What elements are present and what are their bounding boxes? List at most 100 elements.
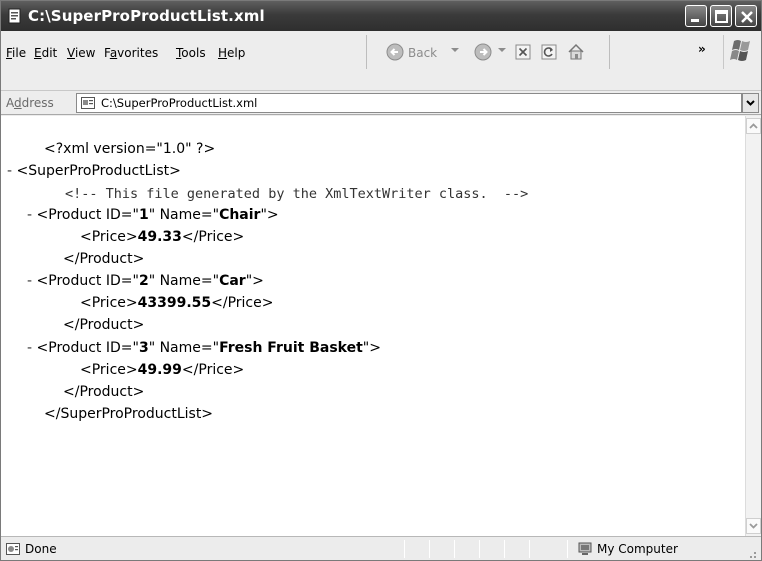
close-icon	[741, 11, 753, 23]
xml-tag-text: <Price>	[80, 362, 138, 378]
product-id: 3	[138, 340, 149, 356]
product-open-line: - <Product ID="2" Name="Car">	[27, 271, 264, 291]
menu-file[interactable]: File	[6, 46, 26, 60]
minimize-icon	[691, 19, 699, 22]
product-id: 1	[138, 207, 149, 223]
xml-tag-text: ">	[362, 340, 381, 356]
status-divider	[404, 540, 405, 558]
menu-view-label: iew	[74, 46, 96, 60]
xml-tag-text: </Price>	[181, 229, 245, 245]
address-label-rest: dress	[21, 96, 54, 110]
xml-root-open: <SuperProProductList>	[16, 163, 181, 179]
status-divider	[454, 540, 455, 558]
menu-help[interactable]: Help	[218, 46, 245, 60]
xml-tag-text: ">	[245, 273, 264, 289]
xml-tag-text: </Price>	[181, 362, 245, 378]
menu-edit[interactable]: Edit	[34, 46, 57, 60]
address-input[interactable]: C:\SuperProProductList.xml	[76, 93, 742, 113]
address-label-mnemonic: d	[14, 96, 22, 110]
product-price: 49.99	[137, 362, 182, 378]
address-label-pre: A	[6, 96, 14, 110]
xml-tag-text: " Name="	[148, 340, 220, 356]
collapse-toggle[interactable]: -	[27, 340, 32, 356]
collapse-toggle[interactable]: -	[27, 207, 32, 223]
xml-tag-text: ">	[260, 207, 279, 223]
forward-dropdown-icon[interactable]	[498, 48, 506, 52]
collapse-toggle[interactable]: -	[7, 163, 12, 179]
title-bar[interactable]: C:\SuperProProductList.xml	[1, 1, 761, 31]
back-dropdown-icon[interactable]	[451, 48, 459, 52]
window-title: C:\SuperProProductList.xml	[28, 7, 265, 25]
home-icon[interactable]	[566, 41, 586, 63]
status-divider	[529, 540, 530, 558]
vertical-scrollbar[interactable]	[745, 116, 761, 536]
address-bar: Address C:\SuperProProductList.xml	[1, 91, 761, 115]
address-label: Address	[6, 96, 54, 110]
xml-tag-text: <Price>	[80, 295, 138, 311]
menu-favorites-label: vorites	[117, 46, 159, 60]
menu-help-mnemonic: H	[218, 46, 228, 60]
menu-favorites[interactable]: Favorites	[104, 46, 158, 60]
scroll-up-button[interactable]	[746, 118, 761, 134]
menu-view[interactable]: View	[67, 46, 95, 60]
maximize-button[interactable]	[710, 5, 732, 27]
collapse-toggle[interactable]: -	[27, 273, 32, 289]
price-line: <Price>49.33</Price>	[80, 227, 244, 247]
menu-tools-label: ools	[181, 46, 206, 60]
chevron-down-icon	[746, 100, 755, 106]
xml-tag-text: " Name="	[148, 273, 220, 289]
back-icon[interactable]	[385, 41, 405, 63]
menu-view-mnemonic: V	[67, 46, 75, 60]
refresh-icon[interactable]	[540, 41, 558, 63]
menu-tools[interactable]: Tools	[176, 46, 206, 60]
status-divider	[504, 540, 505, 558]
stop-icon[interactable]	[514, 41, 532, 63]
menu-toolbar-row: File Edit View Favorites Tools Help Back	[1, 31, 761, 91]
xml-declaration: <?xml version="1.0" ?>	[44, 141, 216, 157]
price-line: <Price>43399.55</Price>	[80, 293, 273, 313]
windows-logo-icon	[723, 35, 759, 69]
browser-window: C:\SuperProProductList.xml File Edit Vie…	[0, 0, 762, 561]
product-close: </Product>	[63, 317, 145, 333]
resize-grip-icon[interactable]	[745, 547, 757, 559]
xml-tag-text: <Price>	[80, 229, 138, 245]
page-icon	[81, 97, 95, 109]
xml-comment: <!-- This file generated by the XmlTextW…	[65, 186, 529, 202]
xml-document-icon	[8, 8, 21, 24]
xml-tag-text: <Product ID="	[36, 340, 139, 356]
chevron-down-icon	[749, 523, 758, 529]
price-line: <Price>49.99</Price>	[80, 360, 244, 380]
scroll-down-button[interactable]	[746, 518, 761, 534]
status-bar: Done My Computer	[1, 536, 761, 560]
xml-tag-text: <Product ID="	[36, 207, 139, 223]
status-divider	[479, 540, 480, 558]
back-button-label[interactable]: Back	[408, 46, 437, 60]
forward-icon[interactable]	[473, 41, 493, 63]
status-divider	[567, 540, 568, 558]
status-divider	[429, 540, 430, 558]
product-name: Chair	[219, 207, 261, 223]
product-close: </Product>	[63, 384, 145, 400]
address-url[interactable]: C:\SuperProProductList.xml	[101, 96, 257, 110]
xml-tag-text: </Price>	[211, 295, 274, 311]
product-name: Car	[219, 273, 246, 289]
minimize-button[interactable]	[685, 5, 707, 27]
product-open-line: - <Product ID="1" Name="Chair">	[27, 205, 279, 225]
xml-root-close: </SuperProProductList>	[44, 406, 214, 422]
computer-zone-icon	[578, 542, 592, 555]
product-open-line: - <Product ID="3" Name="Fresh Fruit Bask…	[27, 338, 381, 358]
menu-help-label: elp	[227, 46, 246, 60]
toolbar-more-button[interactable]: »	[698, 42, 706, 56]
menu-edit-mnemonic: E	[34, 46, 42, 60]
chevron-up-icon	[749, 123, 758, 129]
close-button[interactable]	[735, 5, 757, 27]
xml-viewer[interactable]: <?xml version="1.0" ?> - <SuperProProduc…	[1, 116, 745, 536]
toolbar-separator-2	[609, 35, 610, 69]
menu-edit-label: dit	[41, 46, 58, 60]
xml-tag-text: <Product ID="	[36, 273, 139, 289]
security-zone-label: My Computer	[597, 542, 678, 556]
product-close: </Product>	[63, 251, 145, 267]
product-id: 2	[138, 273, 149, 289]
page-done-icon	[6, 543, 20, 555]
address-dropdown-button[interactable]	[742, 93, 759, 113]
